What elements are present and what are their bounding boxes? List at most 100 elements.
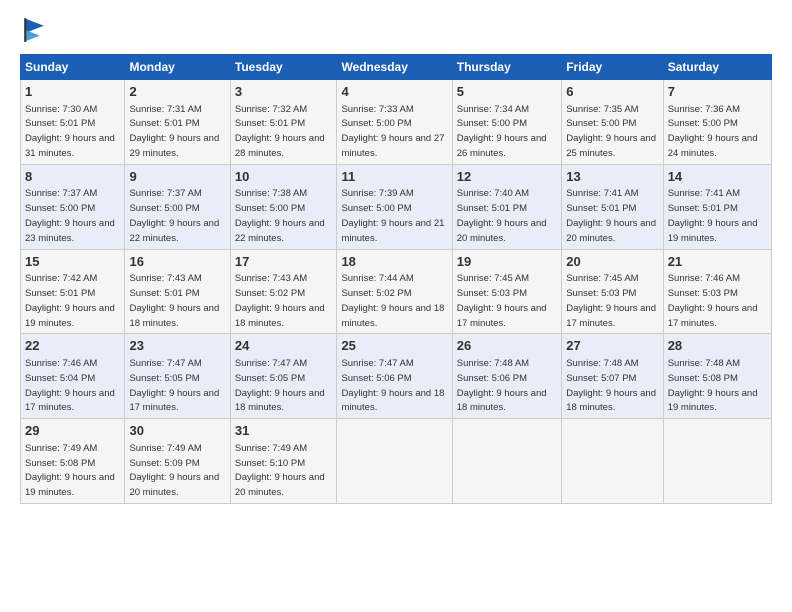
day-number: 17 — [235, 253, 333, 271]
day-number: 27 — [566, 337, 658, 355]
day-number: 28 — [668, 337, 767, 355]
day-cell-30: 30 Sunrise: 7:49 AMSunset: 5:09 PMDayligh… — [125, 419, 230, 504]
day-cell-19: 19 Sunrise: 7:45 AMSunset: 5:03 PMDayligh… — [452, 249, 561, 334]
day-number: 30 — [129, 422, 225, 440]
day-cell-27: 27 Sunrise: 7:48 AMSunset: 5:07 PMDayligh… — [562, 334, 663, 419]
day-cell-24: 24 Sunrise: 7:47 AMSunset: 5:05 PMDayligh… — [230, 334, 337, 419]
day-number: 14 — [668, 168, 767, 186]
day-cell-empty — [562, 419, 663, 504]
day-number: 12 — [457, 168, 557, 186]
day-info: Sunrise: 7:46 AMSunset: 5:03 PMDaylight:… — [668, 273, 758, 328]
day-cell-18: 18 Sunrise: 7:44 AMSunset: 5:02 PMDayligh… — [337, 249, 452, 334]
day-info: Sunrise: 7:39 AMSunset: 5:00 PMDaylight:… — [341, 188, 444, 243]
day-info: Sunrise: 7:37 AMSunset: 5:00 PMDaylight:… — [129, 188, 219, 243]
day-cell-empty — [337, 419, 452, 504]
day-cell-10: 10 Sunrise: 7:38 AMSunset: 5:00 PMDayligh… — [230, 164, 337, 249]
day-number: 5 — [457, 83, 557, 101]
day-info: Sunrise: 7:45 AMSunset: 5:03 PMDaylight:… — [457, 273, 547, 328]
day-number: 4 — [341, 83, 447, 101]
day-number: 21 — [668, 253, 767, 271]
day-info: Sunrise: 7:47 AMSunset: 5:05 PMDaylight:… — [129, 358, 219, 413]
day-cell-9: 9 Sunrise: 7:37 AMSunset: 5:00 PMDaylight… — [125, 164, 230, 249]
day-cell-25: 25 Sunrise: 7:47 AMSunset: 5:06 PMDayligh… — [337, 334, 452, 419]
day-info: Sunrise: 7:37 AMSunset: 5:00 PMDaylight:… — [25, 188, 115, 243]
week-row-3: 15 Sunrise: 7:42 AMSunset: 5:01 PMDayligh… — [21, 249, 772, 334]
day-info: Sunrise: 7:38 AMSunset: 5:00 PMDaylight:… — [235, 188, 325, 243]
day-cell-21: 21 Sunrise: 7:46 AMSunset: 5:03 PMDayligh… — [663, 249, 771, 334]
day-info: Sunrise: 7:48 AMSunset: 5:06 PMDaylight:… — [457, 358, 547, 413]
day-info: Sunrise: 7:33 AMSunset: 5:00 PMDaylight:… — [341, 104, 444, 159]
day-info: Sunrise: 7:49 AMSunset: 5:08 PMDaylight:… — [25, 443, 115, 498]
day-number: 15 — [25, 253, 120, 271]
day-info: Sunrise: 7:46 AMSunset: 5:04 PMDaylight:… — [25, 358, 115, 413]
day-cell-23: 23 Sunrise: 7:47 AMSunset: 5:05 PMDayligh… — [125, 334, 230, 419]
week-row-5: 29Sunrise: 7:49 AMSunset: 5:08 PMDayligh… — [21, 419, 772, 504]
header-friday: Friday — [562, 55, 663, 80]
day-cell-2: 2 Sunrise: 7:31 AMSunset: 5:01 PMDaylight… — [125, 80, 230, 165]
day-number: 20 — [566, 253, 658, 271]
header-thursday: Thursday — [452, 55, 561, 80]
day-cell-20: 20 Sunrise: 7:45 AMSunset: 5:03 PMDayligh… — [562, 249, 663, 334]
day-number: 18 — [341, 253, 447, 271]
day-number: 10 — [235, 168, 333, 186]
day-cell-empty — [452, 419, 561, 504]
day-cell-11: 11Sunrise: 7:39 AMSunset: 5:00 PMDayligh… — [337, 164, 452, 249]
day-info: Sunrise: 7:49 AMSunset: 5:09 PMDaylight:… — [129, 443, 219, 498]
day-number: 19 — [457, 253, 557, 271]
day-info: Sunrise: 7:34 AMSunset: 5:00 PMDaylight:… — [457, 104, 547, 159]
day-cell-7: 7 Sunrise: 7:36 AMSunset: 5:00 PMDaylight… — [663, 80, 771, 165]
header-sunday: Sunday — [21, 55, 125, 80]
day-number: 23 — [129, 337, 225, 355]
header — [20, 16, 772, 44]
day-info: Sunrise: 7:40 AMSunset: 5:01 PMDaylight:… — [457, 188, 547, 243]
day-number: 7 — [668, 83, 767, 101]
day-cell-31: 31 Sunrise: 7:49 AMSunset: 5:10 PMDayligh… — [230, 419, 337, 504]
day-number: 25 — [341, 337, 447, 355]
week-row-1: 1Sunrise: 7:30 AMSunset: 5:01 PMDaylight… — [21, 80, 772, 165]
day-info: Sunrise: 7:31 AMSunset: 5:01 PMDaylight:… — [129, 104, 219, 159]
day-info: Sunrise: 7:43 AMSunset: 5:01 PMDaylight:… — [129, 273, 219, 328]
day-number: 6 — [566, 83, 658, 101]
day-cell-15: 15 Sunrise: 7:42 AMSunset: 5:01 PMDayligh… — [21, 249, 125, 334]
header-tuesday: Tuesday — [230, 55, 337, 80]
day-cell-13: 13Sunrise: 7:41 AMSunset: 5:01 PMDayligh… — [562, 164, 663, 249]
day-info: Sunrise: 7:41 AMSunset: 5:01 PMDaylight:… — [668, 188, 758, 243]
day-info: Sunrise: 7:35 AMSunset: 5:00 PMDaylight:… — [566, 104, 656, 159]
day-number: 22 — [25, 337, 120, 355]
day-info: Sunrise: 7:36 AMSunset: 5:00 PMDaylight:… — [668, 104, 758, 159]
day-info: Sunrise: 7:44 AMSunset: 5:02 PMDaylight:… — [341, 273, 444, 328]
page-container: Sunday Monday Tuesday Wednesday Thursday… — [0, 0, 792, 612]
day-info: Sunrise: 7:42 AMSunset: 5:01 PMDaylight:… — [25, 273, 115, 328]
day-info: Sunrise: 7:45 AMSunset: 5:03 PMDaylight:… — [566, 273, 656, 328]
day-info: Sunrise: 7:47 AMSunset: 5:05 PMDaylight:… — [235, 358, 325, 413]
day-info: Sunrise: 7:48 AMSunset: 5:07 PMDaylight:… — [566, 358, 656, 413]
day-number: 26 — [457, 337, 557, 355]
day-number: 24 — [235, 337, 333, 355]
day-cell-28: 28Sunrise: 7:48 AMSunset: 5:08 PMDayligh… — [663, 334, 771, 419]
day-cell-4: 4 Sunrise: 7:33 AMSunset: 5:00 PMDaylight… — [337, 80, 452, 165]
day-number: 31 — [235, 422, 333, 440]
day-cell-5: 5 Sunrise: 7:34 AMSunset: 5:00 PMDaylight… — [452, 80, 561, 165]
day-cell-1: 1Sunrise: 7:30 AMSunset: 5:01 PMDaylight… — [21, 80, 125, 165]
header-monday: Monday — [125, 55, 230, 80]
day-number: 1 — [25, 83, 120, 101]
day-cell-14: 14 Sunrise: 7:41 AMSunset: 5:01 PMDayligh… — [663, 164, 771, 249]
day-info: Sunrise: 7:43 AMSunset: 5:02 PMDaylight:… — [235, 273, 325, 328]
day-info: Sunrise: 7:47 AMSunset: 5:06 PMDaylight:… — [341, 358, 444, 413]
day-info: Sunrise: 7:49 AMSunset: 5:10 PMDaylight:… — [235, 443, 325, 498]
day-number: 2 — [129, 83, 225, 101]
weekday-header-row: Sunday Monday Tuesday Wednesday Thursday… — [21, 55, 772, 80]
day-cell-8: 8Sunrise: 7:37 AMSunset: 5:00 PMDaylight… — [21, 164, 125, 249]
logo — [20, 16, 52, 44]
day-number: 9 — [129, 168, 225, 186]
day-cell-empty — [663, 419, 771, 504]
day-number: 13 — [566, 168, 658, 186]
day-number: 3 — [235, 83, 333, 101]
day-cell-3: 3Sunrise: 7:32 AMSunset: 5:01 PMDaylight… — [230, 80, 337, 165]
day-number: 16 — [129, 253, 225, 271]
header-saturday: Saturday — [663, 55, 771, 80]
day-cell-22: 22 Sunrise: 7:46 AMSunset: 5:04 PMDayligh… — [21, 334, 125, 419]
header-wednesday: Wednesday — [337, 55, 452, 80]
day-cell-6: 6 Sunrise: 7:35 AMSunset: 5:00 PMDaylight… — [562, 80, 663, 165]
week-row-4: 22 Sunrise: 7:46 AMSunset: 5:04 PMDayligh… — [21, 334, 772, 419]
